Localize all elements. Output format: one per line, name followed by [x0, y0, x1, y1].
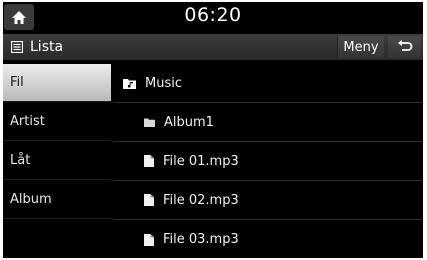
list-item-label: Music — [145, 75, 182, 91]
sidebar-item-artist[interactable]: Artist — [3, 103, 111, 141]
file-icon — [144, 194, 154, 206]
clock: 06:20 — [184, 4, 242, 26]
page-title-label: Lista — [30, 39, 64, 55]
list-item-file[interactable]: File 03.mp3 — [113, 220, 423, 258]
status-bar: 06:20 — [3, 2, 423, 32]
list-item-label: File 02.mp3 — [163, 192, 239, 208]
sidebar-item-label: Låt — [10, 153, 31, 168]
menu-button[interactable]: Meny — [337, 36, 384, 58]
sidebar: Fil Artist Låt Album — [3, 64, 111, 258]
music-folder-icon — [123, 78, 136, 89]
sidebar-item-album[interactable]: Album — [3, 181, 111, 219]
sidebar-item-label: Fil — [10, 75, 24, 90]
file-list: Music Album1 File 01.mp3 File 02.mp3 Fil… — [113, 64, 423, 258]
folder-icon — [144, 118, 155, 127]
list-item-label: Album1 — [164, 114, 214, 130]
header-bar: Lista Meny — [3, 34, 423, 60]
sidebar-item-fil[interactable]: Fil — [3, 64, 111, 102]
list-icon — [11, 41, 23, 53]
page-title: Lista — [11, 34, 63, 60]
list-item-music-folder[interactable]: Music — [113, 64, 423, 103]
back-arrow-icon — [397, 40, 412, 51]
list-item-label: File 03.mp3 — [163, 232, 239, 247]
list-item-folder[interactable]: Album1 — [113, 103, 423, 142]
back-button[interactable] — [388, 36, 421, 58]
file-icon — [144, 155, 154, 167]
sidebar-item-lat[interactable]: Låt — [3, 142, 111, 180]
file-icon — [144, 233, 154, 246]
list-item-file[interactable]: File 01.mp3 — [113, 142, 423, 181]
list-item-label: File 01.mp3 — [163, 153, 239, 169]
screen: 06:20 Lista Meny Fil Artist Låt Album Mu… — [3, 2, 423, 258]
sidebar-item-label: Artist — [10, 114, 45, 129]
list-item-file[interactable]: File 02.mp3 — [113, 181, 423, 220]
sidebar-item-label: Album — [10, 192, 52, 207]
